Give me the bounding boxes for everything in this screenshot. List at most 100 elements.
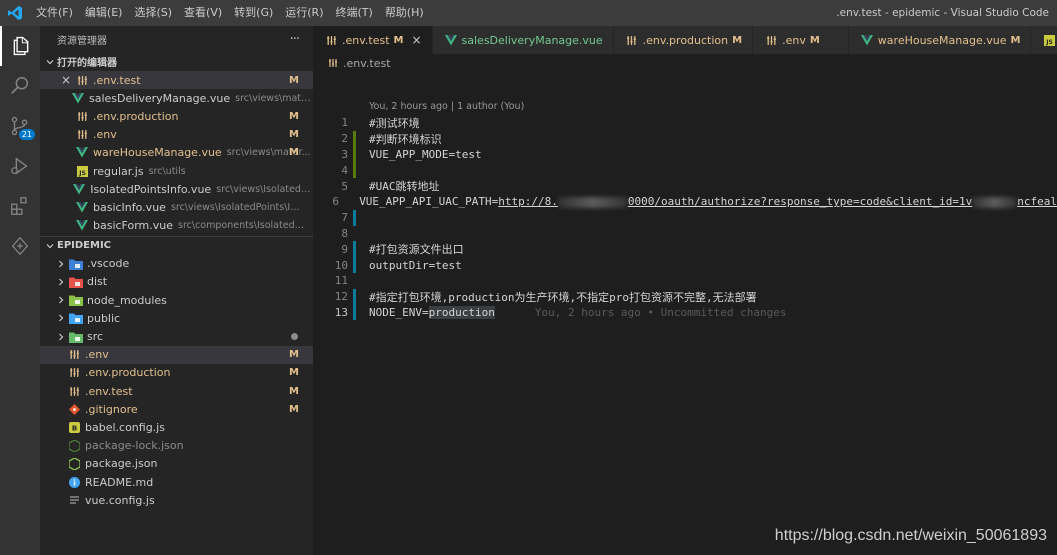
menu-item[interactable]: 帮助(H) (379, 0, 430, 26)
run-debug-icon[interactable] (0, 146, 40, 186)
line-number: 2 (341, 132, 348, 146)
open-editor-item[interactable]: basicForm.vue src\components\IsolatedPoin… (40, 217, 313, 235)
code-line[interactable]: 8 (313, 226, 1057, 242)
menu-item[interactable]: 转到(G) (228, 0, 279, 26)
open-editor-item[interactable]: basicInfo.vue src\views\IsolatedPoints\Is… (40, 198, 313, 216)
open-editor-item[interactable]: wareHouseManage.vue src\views\mater... M (40, 144, 313, 162)
file-name: IsolatedPointsInfo.vue (90, 182, 212, 196)
tree-file[interactable]: Bbabel.config.js (40, 418, 313, 436)
menu-item[interactable]: 运行(R) (279, 0, 329, 26)
tree-file[interactable]: .env.production M (40, 364, 313, 382)
menu-item[interactable]: 终端(T) (330, 0, 379, 26)
open-editor-item[interactable]: .env.production M (40, 107, 313, 125)
code-line[interactable]: 6 VUE_APP_API_UAC_PATH=http://8. 0000/oaut… (313, 194, 1057, 210)
open-editors-header[interactable]: 打开的编辑器 (40, 52, 313, 71)
project-header[interactable]: EPIDEMIC (40, 235, 313, 255)
code-line[interactable]: 13 NODE_ENV=production You, 2 hours ago • … (313, 304, 1057, 321)
codelens-blame[interactable]: You, 2 hours ago | 1 author (You) (369, 101, 524, 112)
chevron-right-icon (54, 333, 68, 341)
code-line[interactable]: 4 (313, 162, 1057, 179)
tree-file[interactable]: .env M (40, 345, 313, 364)
editor-tab[interactable]: .env.test M × (313, 26, 433, 54)
env-file-icon (74, 127, 90, 143)
code-line[interactable]: 5 #UAC跳转地址 (313, 178, 1057, 194)
code-line[interactable]: 7 (313, 209, 1057, 226)
code-line[interactable]: 12 #指定打包环境,production为生产环境,不指定pro打包资源不完整,… (313, 288, 1057, 305)
open-editor-item[interactable]: × .env.test M (40, 71, 313, 90)
git-gutter-marker (353, 226, 356, 242)
code-line[interactable]: 3 VUE_APP_MODE=test (313, 146, 1057, 163)
tree-folder[interactable]: src (40, 327, 313, 345)
tree-folder[interactable]: node_modules (40, 291, 313, 309)
env-file-icon (74, 72, 90, 88)
editor-tab[interactable]: .env.production M (613, 26, 754, 54)
open-editor-item[interactable]: salesDeliveryManage.vue src\views\materia… (40, 89, 313, 107)
git-status-badge: M (289, 147, 299, 159)
more-actions-icon[interactable]: ··· (290, 32, 300, 47)
line-number: 11 (334, 274, 348, 288)
git-gutter-marker (353, 209, 356, 226)
folder-icon (68, 310, 84, 326)
tree-folder[interactable]: public (40, 309, 313, 327)
folder-icon (68, 292, 84, 308)
line-number: 1 (341, 116, 348, 130)
npm-file-icon (66, 456, 82, 472)
file-name: basicInfo.vue (93, 200, 166, 214)
file-name: README.md (85, 475, 154, 489)
file-name: package-lock.json (85, 439, 184, 453)
code-text: VUE_APP_API_UAC_PATH=http://8. 0000/oauth… (359, 195, 1057, 209)
code-text: NODE_ENV=production (369, 305, 495, 319)
svg-text:B: B (71, 424, 76, 432)
tree-file[interactable]: package.json (40, 455, 313, 473)
project-label: EPIDEMIC (57, 240, 112, 252)
code-line[interactable]: 1 #测试环境 (313, 115, 1057, 131)
code-lines: 1 #测试环境 2 #判断环境标识 3 VUE_APP_MODE=test 4 5 #UAC跳转… (313, 115, 1057, 321)
chevron-right-icon (54, 296, 68, 304)
vue-file-icon (70, 90, 86, 106)
tree-file[interactable]: .gitignore M (40, 400, 313, 418)
code-line[interactable]: 2 #判断环境标识 (313, 130, 1057, 147)
tab-label: .env.test (342, 33, 390, 47)
code-line[interactable]: 9 #打包资源文件出口 (313, 241, 1057, 258)
tree-file[interactable]: README.md (40, 473, 313, 491)
menu-item[interactable]: 选择(S) (128, 0, 178, 26)
editor-tab[interactable]: JSregula (1031, 26, 1057, 54)
open-editor-item[interactable]: .env M (40, 126, 313, 144)
tree-folder[interactable]: .vscode (40, 255, 313, 273)
breadcrumb[interactable]: .env.test (313, 54, 391, 72)
code-text: outputDir=test (369, 258, 462, 272)
menu-item[interactable]: 编辑(E) (79, 0, 129, 26)
editor-tab[interactable]: .env M (753, 26, 849, 54)
remote-explorer-icon[interactable] (0, 226, 40, 266)
code-line[interactable]: 11 (313, 273, 1057, 289)
code-line[interactable]: 10 outputDir=test (313, 257, 1057, 273)
tree-folder[interactable]: dist (40, 273, 313, 291)
open-editor-item[interactable]: IsolatedPointsInfo.vue src\views\Isolated… (40, 180, 313, 198)
modified-dot-icon (291, 333, 298, 341)
tree-file[interactable]: vue.config.js (40, 491, 313, 509)
line-number: 12 (334, 290, 348, 304)
editor-tab[interactable]: salesDeliveryManage.vue (432, 26, 614, 54)
extensions-icon[interactable] (0, 186, 40, 226)
menu-item[interactable]: 查看(V) (178, 0, 228, 26)
explorer-icon[interactable] (0, 26, 40, 66)
menu-item[interactable]: 文件(F) (30, 0, 79, 26)
source-control-icon[interactable]: 21 (0, 106, 40, 146)
code-editor[interactable]: You, 2 hours ago | 1 author (You) 1 #测试环境… (313, 72, 1057, 555)
close-icon[interactable]: × (58, 73, 74, 87)
tree-file[interactable]: .env.test M (40, 382, 313, 400)
svg-text:JS: JS (1045, 39, 1053, 46)
git-file-icon (66, 401, 82, 417)
search-icon[interactable] (0, 66, 40, 106)
editor-tab[interactable]: wareHouseManage.vue M (848, 26, 1032, 54)
scm-count-badge: 21 (18, 129, 35, 140)
file-path: src\views\materialM... (235, 92, 313, 104)
title-bar: 文件(F) 编辑(E) 选择(S) 查看(V) 转到(G) 运行(R) 终端(T) 帮助(H)… (0, 0, 1057, 26)
git-gutter-marker (353, 178, 356, 194)
file-name: .env (85, 348, 109, 362)
open-editor-item[interactable]: JS regular.js src\utils (40, 162, 313, 180)
close-tab-icon[interactable]: × (411, 33, 421, 47)
breadcrumb-file[interactable]: .env.test (343, 57, 391, 70)
tree-file[interactable]: package-lock.json (40, 437, 313, 455)
file-name: vue.config.js (85, 493, 155, 507)
